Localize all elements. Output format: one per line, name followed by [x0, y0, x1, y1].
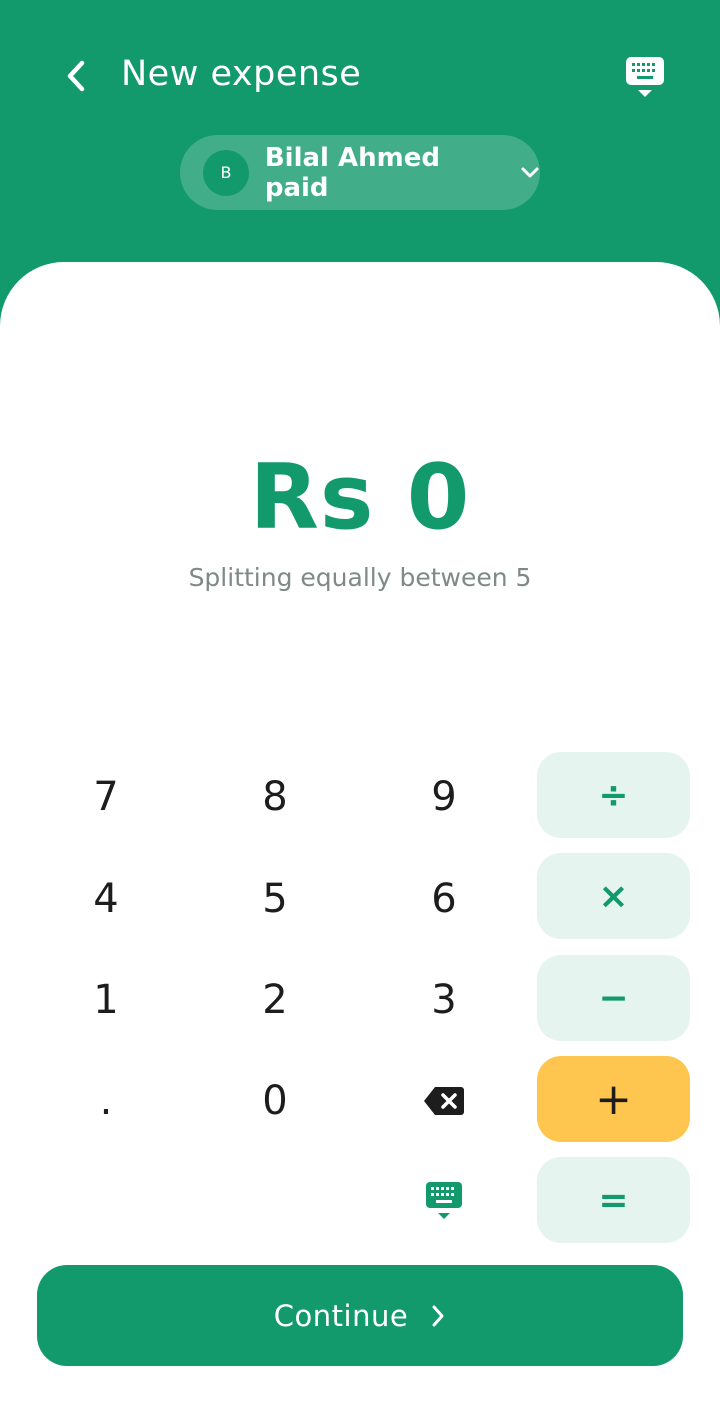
- key-7[interactable]: 7: [22, 754, 190, 840]
- key-6[interactable]: 6: [360, 856, 528, 942]
- equals-button[interactable]: =: [537, 1157, 690, 1243]
- avatar: B: [203, 149, 249, 196]
- backspace-button[interactable]: [360, 1058, 528, 1144]
- keyboard-hide-button[interactable]: [360, 1158, 528, 1244]
- divide-button[interactable]: ÷: [537, 752, 690, 838]
- keyboard-hide-icon: [426, 1182, 462, 1219]
- multiply-button[interactable]: ×: [537, 853, 690, 939]
- continue-button[interactable]: Continue: [37, 1265, 683, 1366]
- amount-display: Rs 0: [249, 445, 471, 550]
- minus-button[interactable]: −: [537, 955, 690, 1041]
- key-9[interactable]: 9: [360, 754, 528, 840]
- payer-selector[interactable]: B Bilal Ahmed paid: [180, 135, 540, 210]
- key-2[interactable]: 2: [191, 957, 359, 1043]
- continue-label: Continue: [273, 1298, 409, 1333]
- split-info: Splitting equally between 5: [188, 563, 532, 592]
- backspace-icon: [424, 1087, 464, 1115]
- key-1[interactable]: 1: [22, 957, 190, 1043]
- chevron-left-icon: [67, 60, 85, 92]
- plus-button[interactable]: +: [537, 1056, 690, 1142]
- key-8[interactable]: 8: [191, 754, 359, 840]
- page-title: New expense: [121, 54, 362, 94]
- back-button[interactable]: [52, 52, 100, 100]
- keyboard-toggle-button[interactable]: [618, 52, 672, 102]
- key-decimal[interactable]: .: [22, 1058, 190, 1144]
- key-0[interactable]: 0: [191, 1058, 359, 1144]
- payer-label: Bilal Ahmed paid: [264, 142, 440, 203]
- key-4[interactable]: 4: [22, 856, 190, 942]
- key-5[interactable]: 5: [191, 856, 359, 942]
- chevron-right-icon: [430, 1304, 446, 1328]
- key-3[interactable]: 3: [360, 957, 528, 1043]
- keyboard-hide-icon: [626, 57, 664, 97]
- chevron-down-icon: [520, 166, 540, 180]
